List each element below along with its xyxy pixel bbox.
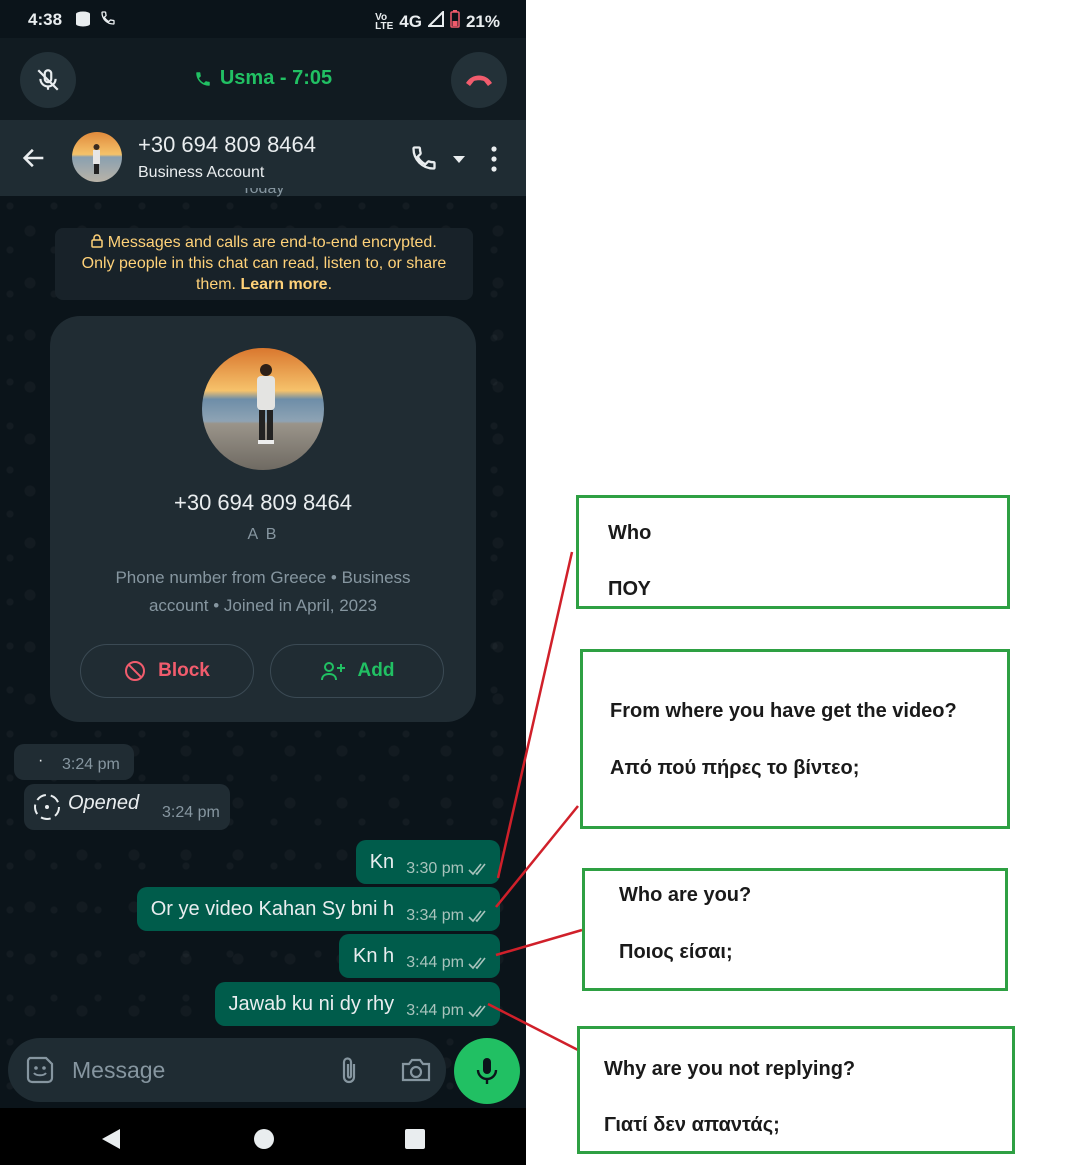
annotation-english: From where you have get the video? bbox=[610, 700, 957, 722]
connector-line bbox=[496, 551, 574, 879]
annotation-english: Who bbox=[608, 522, 652, 544]
annotation-greek: Ποιος είσαι; bbox=[619, 941, 733, 963]
annotation-box: Why are you not replying? Γιατί δεν απαν… bbox=[577, 1026, 1015, 1154]
annotation-english: Who are you? bbox=[619, 884, 752, 906]
annotation-greek: ΠΟΥ bbox=[608, 578, 651, 600]
annotation-english: Why are you not replying? bbox=[604, 1058, 856, 1080]
connector-line bbox=[487, 1002, 579, 1052]
annotation-greek: Από πού πήρες το βίντεο; bbox=[610, 757, 860, 779]
connector-line bbox=[495, 805, 579, 908]
annotation-box: Who are you? Ποιος είσαι; bbox=[582, 868, 1008, 991]
annotation-box: Who ΠΟΥ bbox=[576, 495, 1010, 609]
connector-line bbox=[495, 928, 583, 957]
annotation-greek: Γιατί δεν απαντάς; bbox=[604, 1114, 780, 1136]
annotation-box: From where you have get the video? Από π… bbox=[580, 649, 1010, 829]
